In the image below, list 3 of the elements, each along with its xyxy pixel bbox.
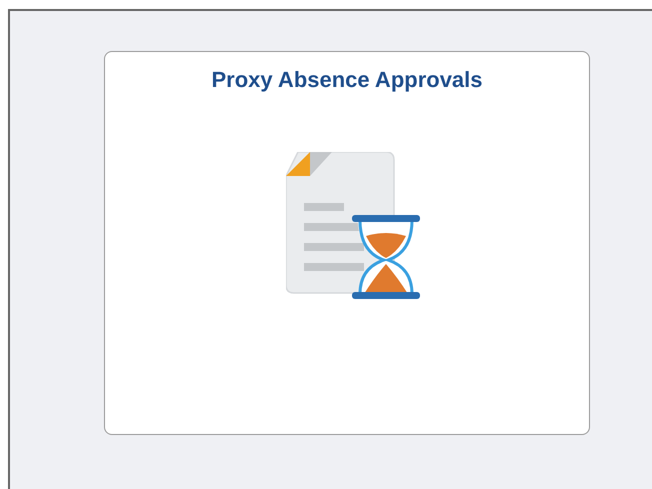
approvals-tile[interactable]: Proxy Absence Approvals	[104, 51, 590, 435]
tile-title: Proxy Absence Approvals	[211, 66, 483, 94]
document-hourglass-icon	[286, 152, 420, 299]
